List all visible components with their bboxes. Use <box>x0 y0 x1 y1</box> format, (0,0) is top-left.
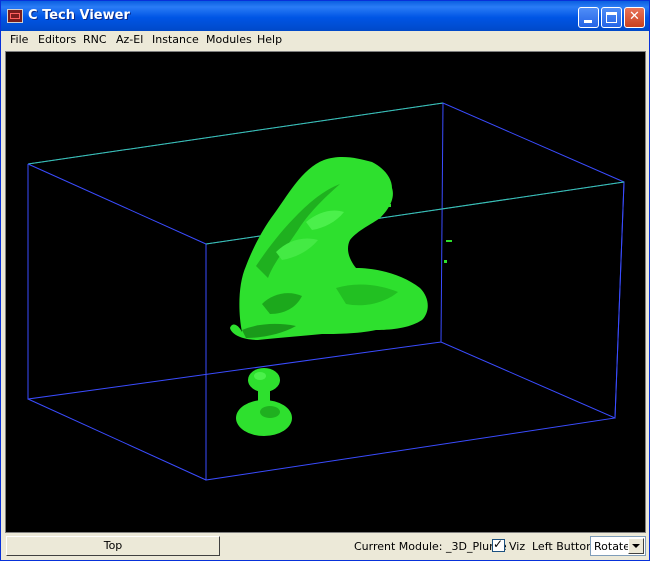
left-button-value: Rotate <box>594 540 631 553</box>
left-button-select[interactable]: Rotate <box>590 536 646 556</box>
menu-rnc[interactable]: RNC <box>83 33 107 46</box>
app-window: C Tech Viewer ✕ File Editors RNC Az-El I… <box>0 0 650 561</box>
chevron-down-icon[interactable] <box>628 538 644 554</box>
top-view-button[interactable]: Top <box>6 536 220 556</box>
close-icon: ✕ <box>629 9 640 24</box>
close-button[interactable]: ✕ <box>624 7 645 28</box>
menu-instance[interactable]: Instance <box>152 33 199 46</box>
status-bar: Top Current Module: _3D_Plume ✓ Viz Left… <box>2 534 648 560</box>
maximize-icon <box>606 12 617 23</box>
menu-modules[interactable]: Modules <box>206 33 252 46</box>
viz-label: Viz <box>509 540 526 553</box>
minimize-button[interactable] <box>578 7 599 28</box>
viz-checkbox[interactable]: ✓ <box>492 537 505 552</box>
left-button-label: Left Button <box>532 540 594 553</box>
plume-body <box>230 156 452 340</box>
menu-editors[interactable]: Editors <box>38 33 76 46</box>
3d-scene <box>27 102 625 481</box>
menu-bar: File Editors RNC Az-El Instance Modules … <box>2 31 648 49</box>
app-icon[interactable] <box>7 9 23 23</box>
menu-az-el[interactable]: Az-El <box>116 33 143 46</box>
menu-help[interactable]: Help <box>257 33 282 46</box>
minimize-icon <box>584 20 592 23</box>
current-module-label: Current Module: _3D_Plume <box>354 540 507 553</box>
plume-secondary <box>236 368 292 436</box>
maximize-button[interactable] <box>601 7 622 28</box>
window-title: C Tech Viewer <box>28 8 130 23</box>
checkmark-icon: ✓ <box>493 537 504 551</box>
menu-file[interactable]: File <box>10 33 28 46</box>
title-bar[interactable]: C Tech Viewer ✕ <box>1 1 649 31</box>
3d-viewport[interactable] <box>5 51 646 533</box>
